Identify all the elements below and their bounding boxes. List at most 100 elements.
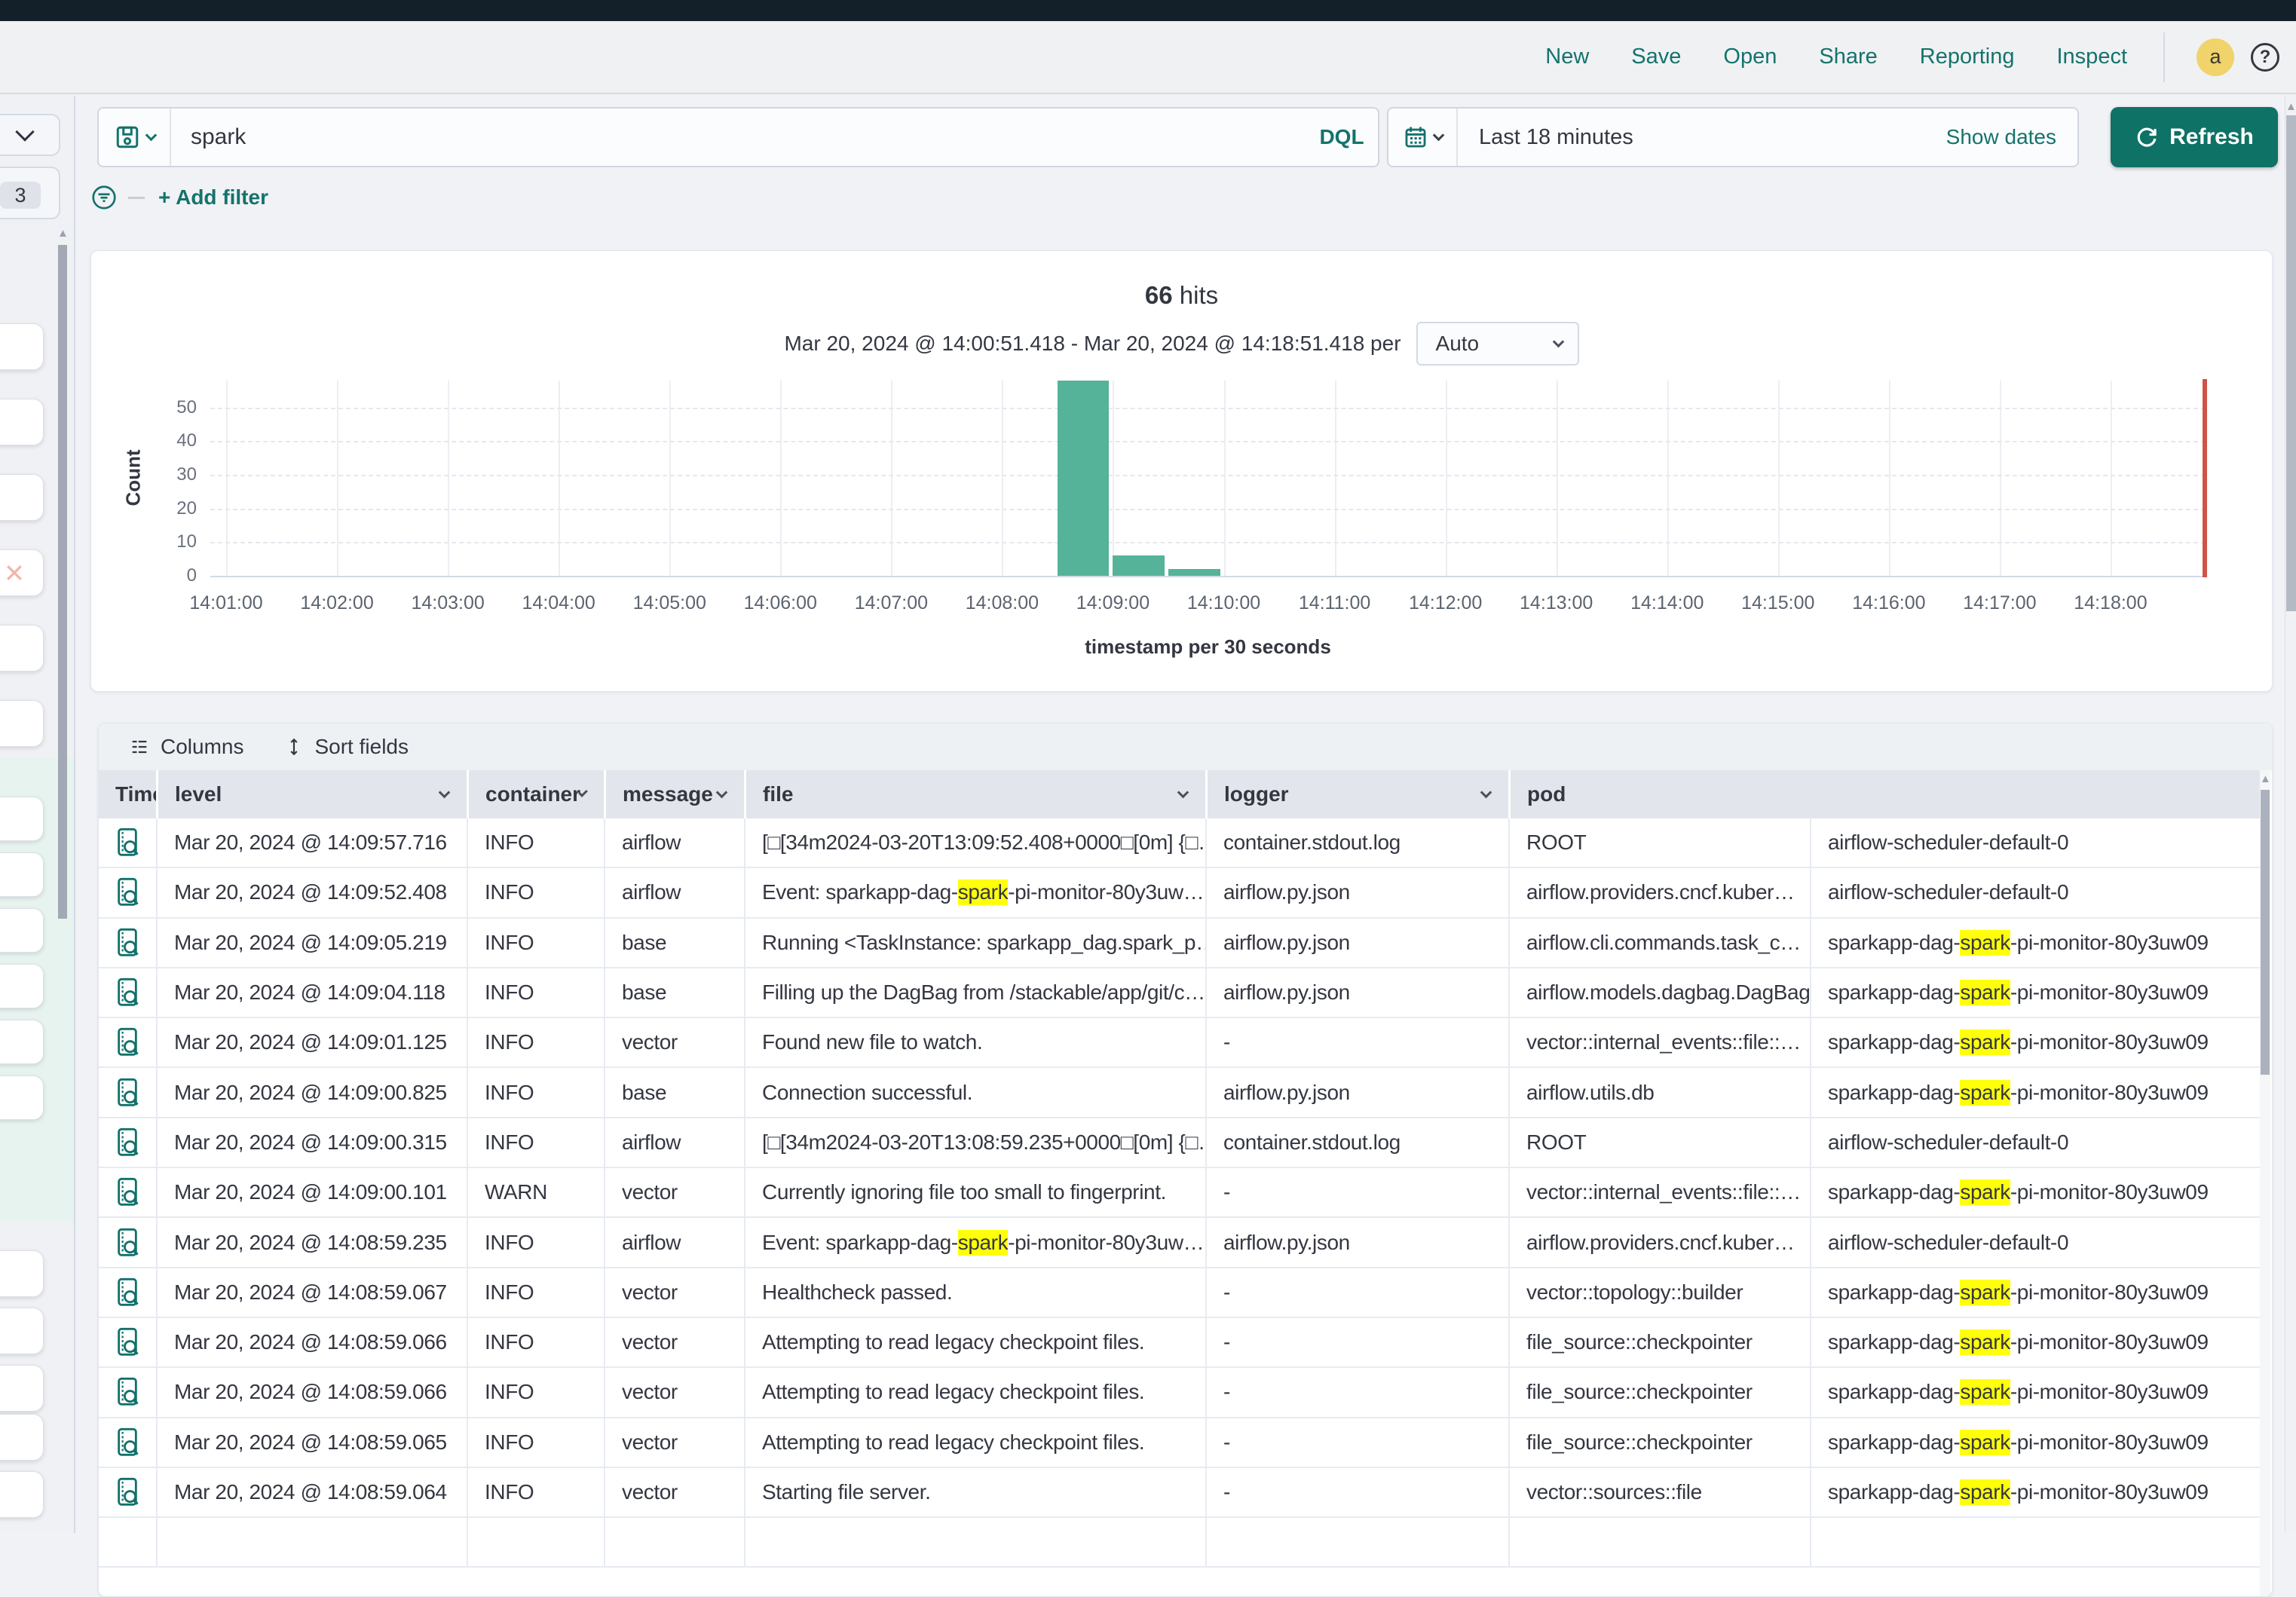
field-card[interactable] (0, 1471, 44, 1518)
field-card[interactable] (0, 797, 44, 841)
saved-query-button[interactable] (99, 109, 171, 166)
column-header-container[interactable]: container (467, 770, 604, 818)
time-range-value[interactable]: Last 18 minutes (1458, 125, 1946, 150)
field-card[interactable] (0, 1414, 44, 1461)
cell-file: airflow.py.json (1205, 1068, 1508, 1116)
filter-icon[interactable] (90, 184, 118, 211)
x-axis-tick: 14:18:00 (2062, 592, 2160, 614)
expand-document-button[interactable] (99, 1118, 156, 1167)
field-card[interactable] (0, 1365, 44, 1412)
expand-document-button[interactable] (99, 1068, 156, 1116)
calendar-button[interactable] (1388, 109, 1458, 166)
field-card[interactable] (0, 700, 44, 747)
avatar[interactable]: a (2197, 38, 2234, 76)
expand-document-button[interactable] (99, 1218, 156, 1266)
histogram-bar[interactable] (1168, 569, 1220, 576)
expand-document-button[interactable] (99, 1368, 156, 1416)
interval-select[interactable]: Auto (1416, 322, 1579, 366)
expand-document-button[interactable] (99, 1418, 156, 1467)
field-card[interactable] (0, 549, 44, 596)
nav-open[interactable]: Open (1723, 44, 1777, 69)
cell-level: WARN (467, 1168, 604, 1216)
field-card[interactable] (0, 908, 44, 953)
field-card[interactable] (0, 323, 44, 370)
table-scrollbar[interactable]: ▲ (2260, 770, 2270, 1596)
expand-document-button[interactable] (99, 1318, 156, 1366)
page-scrollbar[interactable]: ▲ (2285, 96, 2296, 1533)
expand-document-button[interactable] (99, 868, 156, 916)
cell-file: container.stdout.log (1205, 818, 1508, 867)
expand-document-button[interactable] (99, 818, 156, 867)
nav-inspect[interactable]: Inspect (2057, 44, 2128, 69)
refresh-button[interactable]: Refresh (2111, 107, 2278, 167)
scroll-up-icon[interactable]: ▲ (2260, 773, 2270, 785)
x-axis-tick: 14:13:00 (1508, 592, 1606, 614)
highlighted-term: spark (1960, 930, 2010, 956)
cell-time: Mar 20, 2024 @ 14:08:59.067 (156, 1268, 467, 1317)
scroll-up-icon[interactable]: ▲ (2285, 100, 2296, 114)
field-card[interactable] (0, 399, 44, 445)
expand-document-button[interactable] (99, 919, 156, 967)
cell-empty (1205, 1518, 1508, 1566)
cell-pod: sparkapp-dag-spark-pi-monitor-80y3uw09 (1810, 919, 2260, 967)
column-header-level[interactable]: level (156, 770, 467, 818)
column-header-file[interactable]: file (744, 770, 1205, 818)
field-card[interactable] (0, 1075, 44, 1120)
nav-reporting[interactable]: Reporting (1920, 44, 2015, 69)
field-card[interactable] (0, 1250, 44, 1297)
scrollbar-thumb[interactable] (2261, 790, 2270, 1075)
column-header-pod[interactable]: pod (1508, 770, 1810, 818)
columns-button[interactable]: Columns (129, 735, 243, 759)
field-card[interactable] (0, 474, 44, 521)
search-input[interactable] (171, 109, 1306, 166)
nav-share[interactable]: Share (1819, 44, 1877, 69)
highlighted-term: spark (1960, 1280, 2010, 1305)
cell-container: base (604, 919, 744, 967)
help-icon[interactable]: ? (2251, 43, 2279, 72)
field-card[interactable] (0, 1020, 44, 1064)
expand-document-button[interactable] (99, 1018, 156, 1066)
expand-document-button[interactable] (99, 1468, 156, 1516)
sort-fields-button[interactable]: Sort fields (284, 735, 409, 759)
table-row: Mar 20, 2024 @ 14:09:05.219INFObaseRunni… (99, 919, 2260, 968)
table-row: Mar 20, 2024 @ 14:09:00.315INFOairflow[□… (99, 1118, 2260, 1168)
expand-document-button[interactable] (99, 1268, 156, 1317)
chevron-down-icon (145, 129, 157, 141)
field-card[interactable] (0, 1308, 44, 1354)
cell-file: - (1205, 1368, 1508, 1416)
inspect-document-icon (115, 927, 140, 959)
inspect-document-icon (115, 1427, 140, 1458)
histogram-bar[interactable] (1058, 381, 1110, 576)
table-body: Mar 20, 2024 @ 14:09:57.716INFOairflow[□… (99, 818, 2260, 1568)
remove-field-icon[interactable] (3, 561, 26, 584)
histogram-bar[interactable] (1113, 555, 1165, 576)
query-language-button[interactable]: DQL (1306, 109, 1378, 166)
field-card[interactable] (0, 964, 44, 1008)
nav-new[interactable]: New (1545, 44, 1589, 69)
scroll-up-icon[interactable]: ▲ (57, 228, 68, 239)
column-header-logger[interactable]: logger (1205, 770, 1508, 818)
column-header-time[interactable]: Time (timestamp) (99, 770, 156, 818)
add-filter-button[interactable]: + Add filter (158, 185, 268, 210)
show-dates-button[interactable]: Show dates (1946, 125, 2077, 149)
column-header-message[interactable]: message (604, 770, 744, 818)
sidebar-collapse-button[interactable] (0, 114, 60, 156)
inspect-document-icon (115, 1326, 140, 1358)
cell-empty (467, 1518, 604, 1566)
column-header-label: level (175, 782, 222, 806)
expand-document-button[interactable] (99, 1168, 156, 1216)
inspect-document-icon (115, 1476, 140, 1508)
field-card[interactable] (0, 852, 44, 897)
cell-level: INFO (467, 1268, 604, 1317)
chart-gridline-vertical (891, 381, 892, 576)
nav-save[interactable]: Save (1631, 44, 1681, 69)
inspect-document-icon (115, 1376, 140, 1408)
sidebar-scrollbar[interactable]: ▲ (57, 228, 68, 239)
expand-document-button[interactable] (99, 968, 156, 1017)
cell-logger: ROOT (1508, 1118, 1810, 1167)
scrollbar-thumb[interactable] (58, 245, 67, 919)
chart-gridline-vertical (1446, 381, 1447, 576)
table-row: Mar 20, 2024 @ 14:08:59.066INFOvectorAtt… (99, 1368, 2260, 1418)
field-card[interactable] (0, 625, 44, 672)
scrollbar-thumb[interactable] (2286, 115, 2296, 611)
